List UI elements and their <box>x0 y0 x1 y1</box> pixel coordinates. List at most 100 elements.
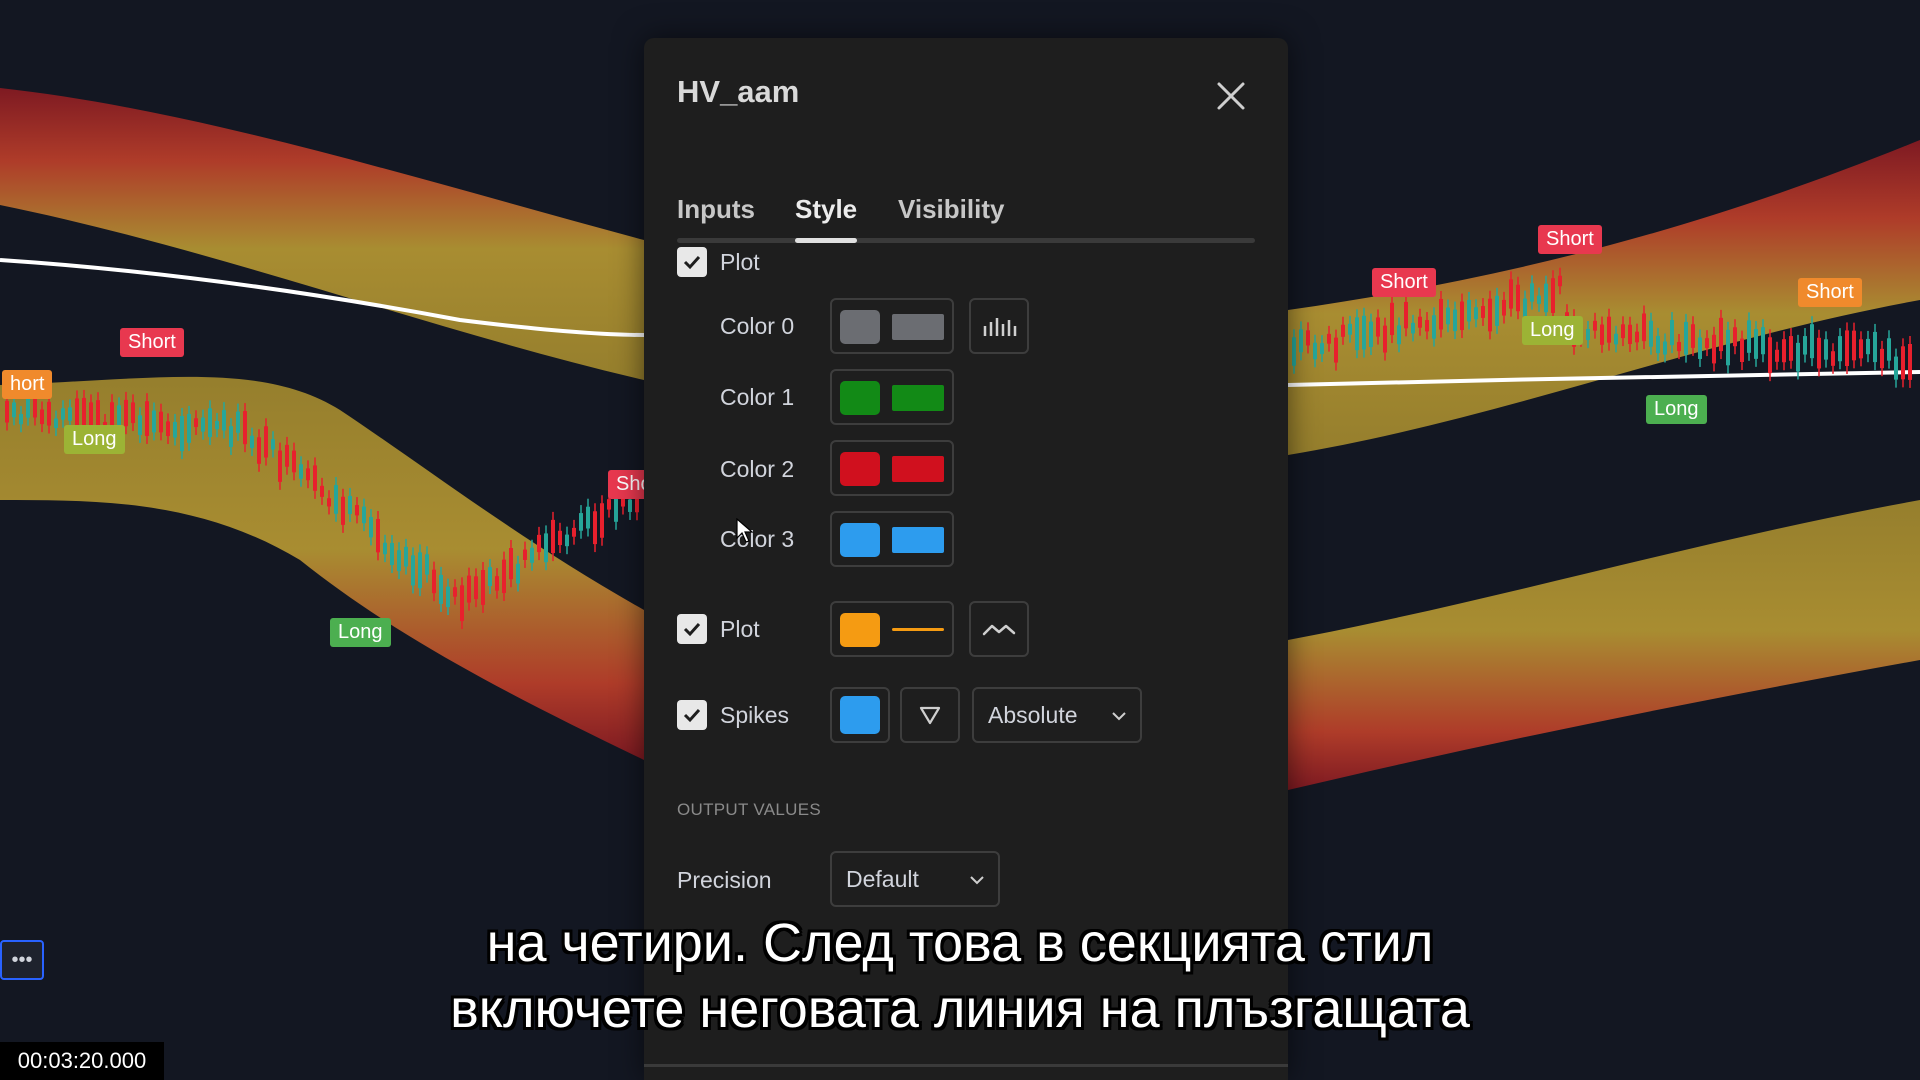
candle <box>1530 283 1534 302</box>
candle <box>12 402 16 418</box>
plot-2-checkbox[interactable] <box>677 614 707 644</box>
candle <box>1341 324 1345 337</box>
chevron-down-icon <box>970 876 984 885</box>
lower-band-right <box>1288 500 1920 790</box>
color-1-preview <box>892 385 944 411</box>
candle <box>1607 316 1611 343</box>
candle <box>1502 299 1506 316</box>
candle <box>579 513 583 531</box>
candle <box>250 435 254 449</box>
candle <box>215 421 219 430</box>
candle <box>1656 335 1660 354</box>
candle <box>558 530 562 546</box>
tab-visibility[interactable]: Visibility <box>898 194 1004 225</box>
candle <box>1726 329 1730 366</box>
candle <box>1306 330 1310 346</box>
upper-band-left <box>0 88 644 380</box>
candle <box>1481 306 1485 318</box>
close-icon[interactable] <box>1211 76 1251 116</box>
candle <box>467 575 471 603</box>
candle <box>446 586 450 608</box>
candle <box>1292 337 1296 366</box>
spikes-checkbox[interactable] <box>677 700 707 730</box>
signal-short: Short <box>1538 225 1602 254</box>
color-3-button[interactable] <box>830 511 954 567</box>
candle <box>1614 333 1618 345</box>
precision-select[interactable]: Default <box>830 851 1000 907</box>
tab-style[interactable]: Style <box>795 194 857 225</box>
signal-long: Long <box>1522 316 1583 345</box>
candle <box>1467 299 1471 322</box>
candle <box>1523 298 1527 318</box>
color-3-swatch <box>840 523 880 557</box>
candle <box>1313 342 1317 360</box>
candle <box>1404 301 1408 329</box>
candle <box>1908 344 1912 380</box>
candle <box>187 413 191 443</box>
candle <box>173 421 177 438</box>
spikes-swatch <box>840 696 880 734</box>
candle <box>1320 343 1324 354</box>
plot-checkbox[interactable] <box>677 247 707 277</box>
candle <box>1390 302 1394 336</box>
candle <box>278 450 282 482</box>
subtitle-line-1: на четири. След това в секцията стил <box>486 913 1434 973</box>
color-0-preview <box>892 314 944 340</box>
candle <box>509 548 513 580</box>
candle <box>439 574 443 604</box>
candle <box>208 408 212 437</box>
color-0-button[interactable] <box>830 298 954 354</box>
tab-indicator <box>795 238 857 243</box>
histogram-icon[interactable] <box>969 298 1029 354</box>
candle <box>1362 315 1366 350</box>
candle <box>26 398 30 418</box>
candle <box>47 401 51 426</box>
candle <box>1894 356 1898 380</box>
candle <box>257 437 261 464</box>
candle <box>1803 336 1807 355</box>
color-3-label: Color 3 <box>720 526 795 552</box>
spikes-color-button[interactable] <box>830 687 890 743</box>
line-style-icon[interactable] <box>969 601 1029 657</box>
candle <box>488 567 492 587</box>
signal-short: Short <box>1372 268 1436 297</box>
plot-2-label: Plot <box>720 616 760 642</box>
candle <box>1810 324 1814 359</box>
color-1-button[interactable] <box>830 369 954 425</box>
color-2-swatch <box>840 452 880 486</box>
candle <box>369 517 373 538</box>
candle <box>432 569 436 594</box>
candle <box>1852 330 1856 361</box>
candle <box>1544 283 1548 313</box>
candle <box>243 411 247 445</box>
spikes-mode-select[interactable]: Absolute <box>972 687 1142 743</box>
candle <box>327 498 331 507</box>
candle <box>1698 337 1702 359</box>
candle <box>1628 324 1632 345</box>
spikes-label: Spikes <box>720 702 790 728</box>
candle <box>1663 341 1667 355</box>
plot-2-color-button[interactable] <box>830 601 954 657</box>
candle <box>530 547 534 563</box>
signal-long: Long <box>64 425 125 454</box>
color-2-button[interactable] <box>830 440 954 496</box>
candle <box>628 499 632 512</box>
candle <box>1789 336 1793 361</box>
candle <box>1691 324 1695 348</box>
tab-inputs[interactable]: Inputs <box>677 194 755 225</box>
candle <box>68 407 72 421</box>
candle <box>1642 313 1646 342</box>
candle <box>1474 307 1478 320</box>
candle <box>306 468 310 481</box>
candle <box>138 415 142 435</box>
candle <box>607 499 611 510</box>
candle <box>194 418 198 427</box>
candle <box>1446 307 1450 325</box>
candle <box>1880 348 1884 369</box>
candle <box>397 550 401 572</box>
color-0-swatch <box>840 310 880 344</box>
triangle-down-icon[interactable] <box>900 687 960 743</box>
candle <box>1509 279 1513 309</box>
plot-label: Plot <box>720 249 760 275</box>
candle <box>1432 315 1436 339</box>
